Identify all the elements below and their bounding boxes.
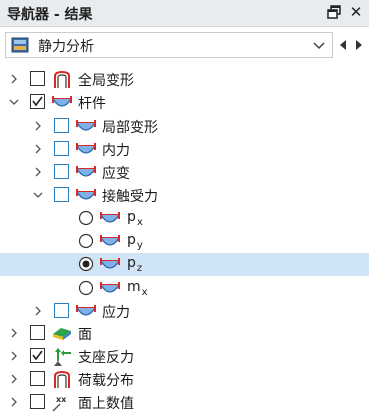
tree-item-mx[interactable]: mx — [0, 277, 369, 300]
float-window-icon[interactable] — [326, 4, 342, 20]
label-subscript: x — [136, 217, 143, 228]
label-subscript: x — [141, 287, 148, 298]
member-result-icon — [76, 166, 96, 177]
checkbox[interactable] — [30, 325, 45, 340]
label-subscript: z — [136, 263, 143, 274]
tree-item-label: 局部变形 — [102, 120, 158, 136]
tree-item-label: 面 — [78, 327, 92, 343]
chevron-down-icon[interactable] — [31, 187, 45, 203]
chevron-right-icon[interactable] — [7, 325, 21, 341]
tree-item-px[interactable]: px — [0, 207, 369, 230]
checkbox[interactable] — [30, 71, 45, 86]
tree-item-local-deformation[interactable]: 局部变形 — [0, 115, 369, 138]
tree-item-load-distribution[interactable]: 荷载分布 — [0, 368, 369, 391]
radio-button[interactable] — [78, 210, 94, 226]
chevron-right-icon[interactable] — [7, 394, 21, 410]
radio-button[interactable] — [78, 280, 94, 296]
surface-icon — [53, 328, 71, 340]
chevron-right-icon[interactable] — [31, 164, 45, 180]
tree-item-label: 内力 — [102, 143, 130, 159]
static-analysis-icon — [11, 37, 29, 53]
tree-item-internal-forces[interactable]: 内力 — [0, 138, 369, 161]
label-subscript: y — [136, 240, 143, 251]
checkbox[interactable] — [30, 371, 45, 386]
member-result-icon — [76, 305, 96, 316]
tree-item-label: pz — [127, 255, 143, 274]
member-result-icon — [52, 96, 72, 107]
chevron-right-icon[interactable] — [7, 371, 21, 387]
radio-button-selected[interactable] — [78, 256, 94, 272]
chevron-right-icon[interactable] — [7, 348, 21, 364]
close-icon[interactable]: ✕ — [348, 3, 364, 21]
chevron-right-icon[interactable] — [31, 141, 45, 157]
label-base: p — [127, 255, 136, 271]
toolbar: 静力分析 — [0, 27, 369, 63]
label-base: p — [127, 232, 136, 248]
support-reaction-icon — [54, 348, 71, 366]
chevron-down-icon[interactable] — [7, 94, 21, 110]
panel-titlebar: 导航器 - 结果 ✕ — [0, 0, 369, 27]
tree-item-label: py — [127, 232, 143, 251]
checkbox[interactable] — [54, 118, 69, 133]
analysis-type-value: 静力分析 — [38, 39, 94, 55]
label-base: p — [127, 209, 136, 225]
svg-text:xx: xx — [56, 395, 67, 404]
member-result-icon — [76, 120, 96, 131]
tree-item-global-deformation[interactable]: 全局变形 — [0, 68, 369, 91]
previous-icon[interactable] — [337, 37, 349, 53]
tree-item-py[interactable]: py — [0, 230, 369, 253]
deformation-icon — [54, 70, 70, 88]
radio-button[interactable] — [78, 233, 94, 249]
tree-item-pz[interactable]: pz — [0, 253, 369, 276]
tree-item-label: px — [127, 209, 143, 228]
tree-item-label: 杆件 — [78, 96, 106, 112]
member-result-icon — [76, 143, 96, 154]
tree-item-label: 接触受力 — [102, 189, 158, 205]
tree-item-surfaces[interactable]: 面 — [0, 322, 369, 345]
chevron-down-icon[interactable] — [312, 37, 326, 53]
surface-values-icon: xx — [52, 395, 67, 412]
member-result-icon — [100, 258, 120, 269]
tree-item-contact-forces[interactable]: 接触受力 — [0, 184, 369, 207]
tree-item-label: 荷载分布 — [78, 373, 134, 389]
tree-item-surface-values[interactable]: xx 面上数值 — [0, 391, 369, 414]
tree-item-label: 应变 — [102, 166, 130, 182]
checkbox[interactable] — [30, 394, 45, 409]
tree-item-label: mx — [127, 279, 148, 298]
tree-item-label: 全局变形 — [78, 73, 134, 89]
panel-title: 导航器 - 结果 — [7, 7, 93, 23]
label-base: m — [127, 279, 141, 295]
tree-item-label: 支座反力 — [78, 350, 134, 366]
tree-item-strains[interactable]: 应变 — [0, 161, 369, 184]
member-result-icon — [100, 235, 120, 246]
analysis-type-select[interactable]: 静力分析 — [5, 32, 333, 58]
tree-item-support-reactions[interactable]: 支座反力 — [0, 345, 369, 368]
tree-item-stresses[interactable]: 应力 — [0, 300, 369, 323]
chevron-right-icon[interactable] — [31, 118, 45, 134]
member-result-icon — [100, 212, 120, 223]
checkbox[interactable] — [54, 303, 69, 318]
load-distribution-icon — [54, 370, 70, 388]
checkbox[interactable] — [30, 94, 45, 109]
tree-item-label: 应力 — [102, 305, 130, 321]
checkbox[interactable] — [30, 348, 45, 363]
checkbox[interactable] — [54, 187, 69, 202]
member-result-icon — [100, 282, 120, 293]
next-icon[interactable] — [353, 37, 365, 53]
chevron-right-icon[interactable] — [31, 303, 45, 319]
tree-item-label: 面上数值 — [78, 396, 134, 412]
member-result-icon — [76, 189, 96, 200]
checkbox[interactable] — [54, 164, 69, 179]
checkbox[interactable] — [54, 141, 69, 156]
tree-item-members[interactable]: 杆件 — [0, 91, 369, 114]
chevron-right-icon[interactable] — [7, 71, 21, 87]
